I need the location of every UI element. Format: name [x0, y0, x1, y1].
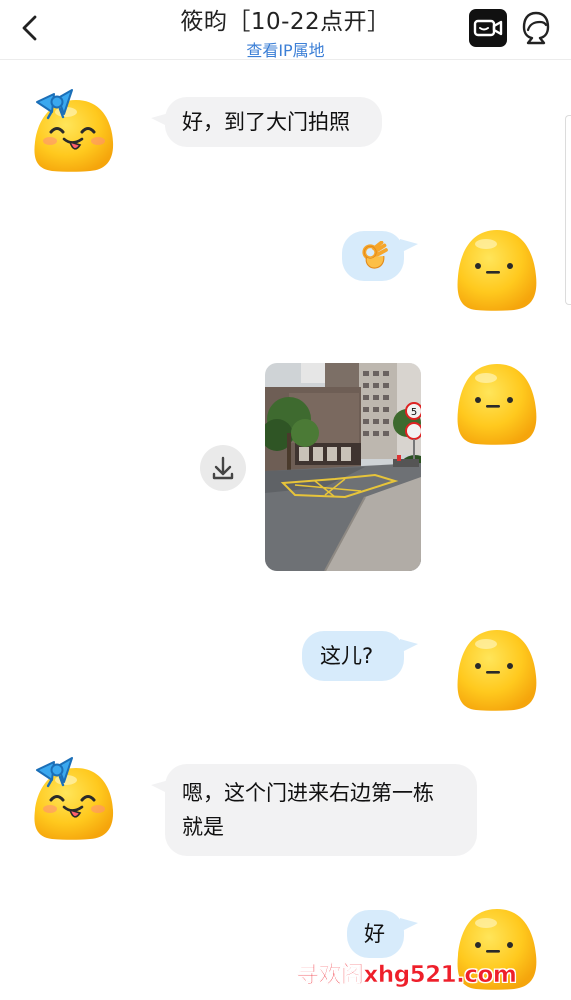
video-call-icon — [473, 19, 503, 37]
girl-bow-avatar[interactable] — [30, 84, 120, 174]
yellow-blob-avatar[interactable] — [452, 624, 542, 714]
girl-bow-avatar[interactable] — [30, 752, 120, 842]
message-bubble[interactable]: 这儿? — [302, 631, 418, 681]
ok-hand-emoji — [362, 241, 388, 269]
watermark: 寻欢阁xhg521.com — [296, 962, 517, 989]
yellow-blob-avatar[interactable] — [452, 224, 542, 314]
speed-sign-number: 5 — [411, 407, 417, 418]
message-text: 这儿? — [320, 644, 374, 668]
profile-icon[interactable] — [520, 10, 552, 46]
street-photo[interactable]: 5 — [265, 363, 421, 571]
yellow-blob-avatar[interactable] — [452, 358, 542, 448]
chat-header: 筱昀［10-22点开］ 查看IP属地 — [0, 0, 571, 60]
download-icon — [212, 456, 234, 480]
scroll-handle[interactable] — [565, 115, 571, 305]
photo-image: 5 — [265, 363, 421, 571]
video-call-button[interactable] — [469, 9, 507, 47]
message-bubble[interactable]: 好，到了大门拍照 — [151, 97, 382, 147]
message-text: 嗯，这个门进来右边第一栋 就是 — [182, 781, 434, 839]
message-text: 好 — [364, 922, 385, 946]
message-text: 好，到了大门拍照 — [182, 110, 350, 134]
message-bubble[interactable] — [342, 231, 418, 281]
message-bubble[interactable]: 好 — [347, 910, 418, 958]
message-bubble[interactable]: 嗯，这个门进来右边第一栋 就是 — [151, 764, 477, 856]
download-button[interactable] — [200, 445, 246, 491]
